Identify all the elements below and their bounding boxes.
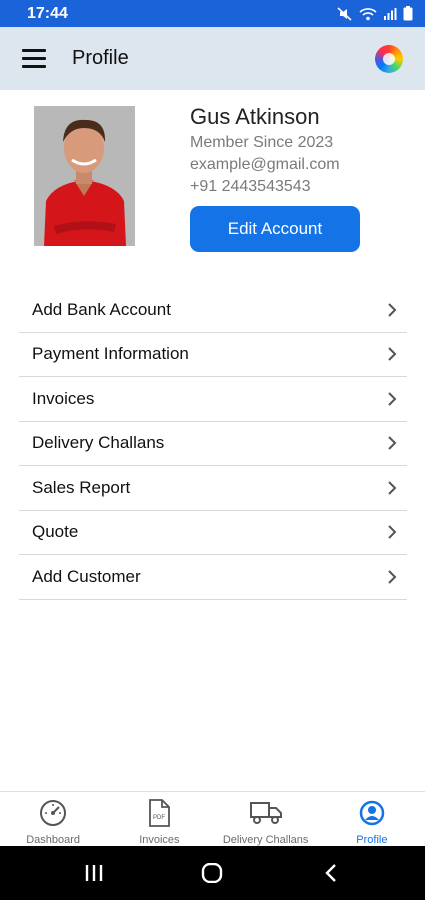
menu-item-label: Delivery Challans [32,433,165,453]
chevron-right-icon [388,570,397,584]
nav-tab-profile[interactable]: Profile [319,792,425,846]
nav-label: Invoices [139,834,180,846]
menu-item-label: Invoices [32,388,95,408]
menu-item-payment-information[interactable]: Payment Information [19,333,407,377]
color-wheel-icon[interactable] [375,45,403,73]
mute-icon [337,6,352,21]
menu-item-sales-report[interactable]: Sales Report [19,466,407,511]
edit-account-button[interactable]: Edit Account [190,206,360,252]
menu-item-delivery-challans[interactable]: Delivery Challans [19,422,407,466]
chevron-right-icon [388,525,397,539]
user-circle-icon [359,800,385,826]
menu-item-quote[interactable]: Quote [19,511,407,555]
status-time: 17:44 [27,4,68,22]
profile-email: example@gmail.com [190,156,340,173]
nav-label: Delivery Challans [222,834,309,846]
speedometer-icon [40,800,67,826]
menu-item-add-bank-account[interactable]: Add Bank Account [19,288,407,333]
profile-menu-list: Add Bank Account Payment Information Inv… [19,288,407,600]
hamburger-menu-icon[interactable] [22,49,48,69]
nav-label: Dashboard [26,834,81,846]
svg-text:PDF: PDF [153,815,165,821]
status-bar: 17:44 [0,0,425,27]
nav-tab-delivery-challans[interactable]: Delivery Challans [213,792,319,846]
system-nav-bar [0,846,425,900]
bottom-nav: Dashboard PDF Invoices Delivery Challans… [0,791,425,846]
menu-item-label: Add Customer [32,566,141,586]
chevron-right-icon [388,303,397,317]
menu-item-label: Add Bank Account [32,299,171,319]
nav-tab-invoices[interactable]: PDF Invoices [106,792,212,846]
app-bar: Profile [0,27,425,90]
chevron-right-icon [388,347,397,361]
nav-label: Profile [356,834,388,846]
profile-name: Gus Atkinson [190,104,320,129]
chevron-right-icon [388,392,397,406]
member-since: Member Since 2023 [190,134,334,151]
back-icon[interactable] [324,863,338,883]
profile-card: Gus Atkinson Member Since 2023 example@g… [0,90,425,270]
nav-tab-dashboard[interactable]: Dashboard [0,792,106,846]
menu-item-label: Sales Report [32,477,131,497]
signal-icon [384,7,397,20]
chevron-right-icon [388,436,397,450]
battery-icon [403,6,413,21]
truck-icon [249,802,282,824]
recent-apps-icon[interactable] [84,863,104,883]
wifi-icon [359,7,377,20]
pdf-file-icon: PDF [149,799,171,827]
status-icons [337,6,413,21]
home-icon[interactable] [201,863,223,883]
avatar [34,106,135,246]
profile-phone: +91 2443543543 [190,178,311,195]
page-title: Profile [72,47,129,69]
chevron-right-icon [388,481,397,495]
menu-item-invoices[interactable]: Invoices [19,377,407,422]
menu-item-label: Payment Information [32,344,189,364]
menu-item-label: Quote [32,522,79,542]
menu-item-add-customer[interactable]: Add Customer [19,555,407,600]
